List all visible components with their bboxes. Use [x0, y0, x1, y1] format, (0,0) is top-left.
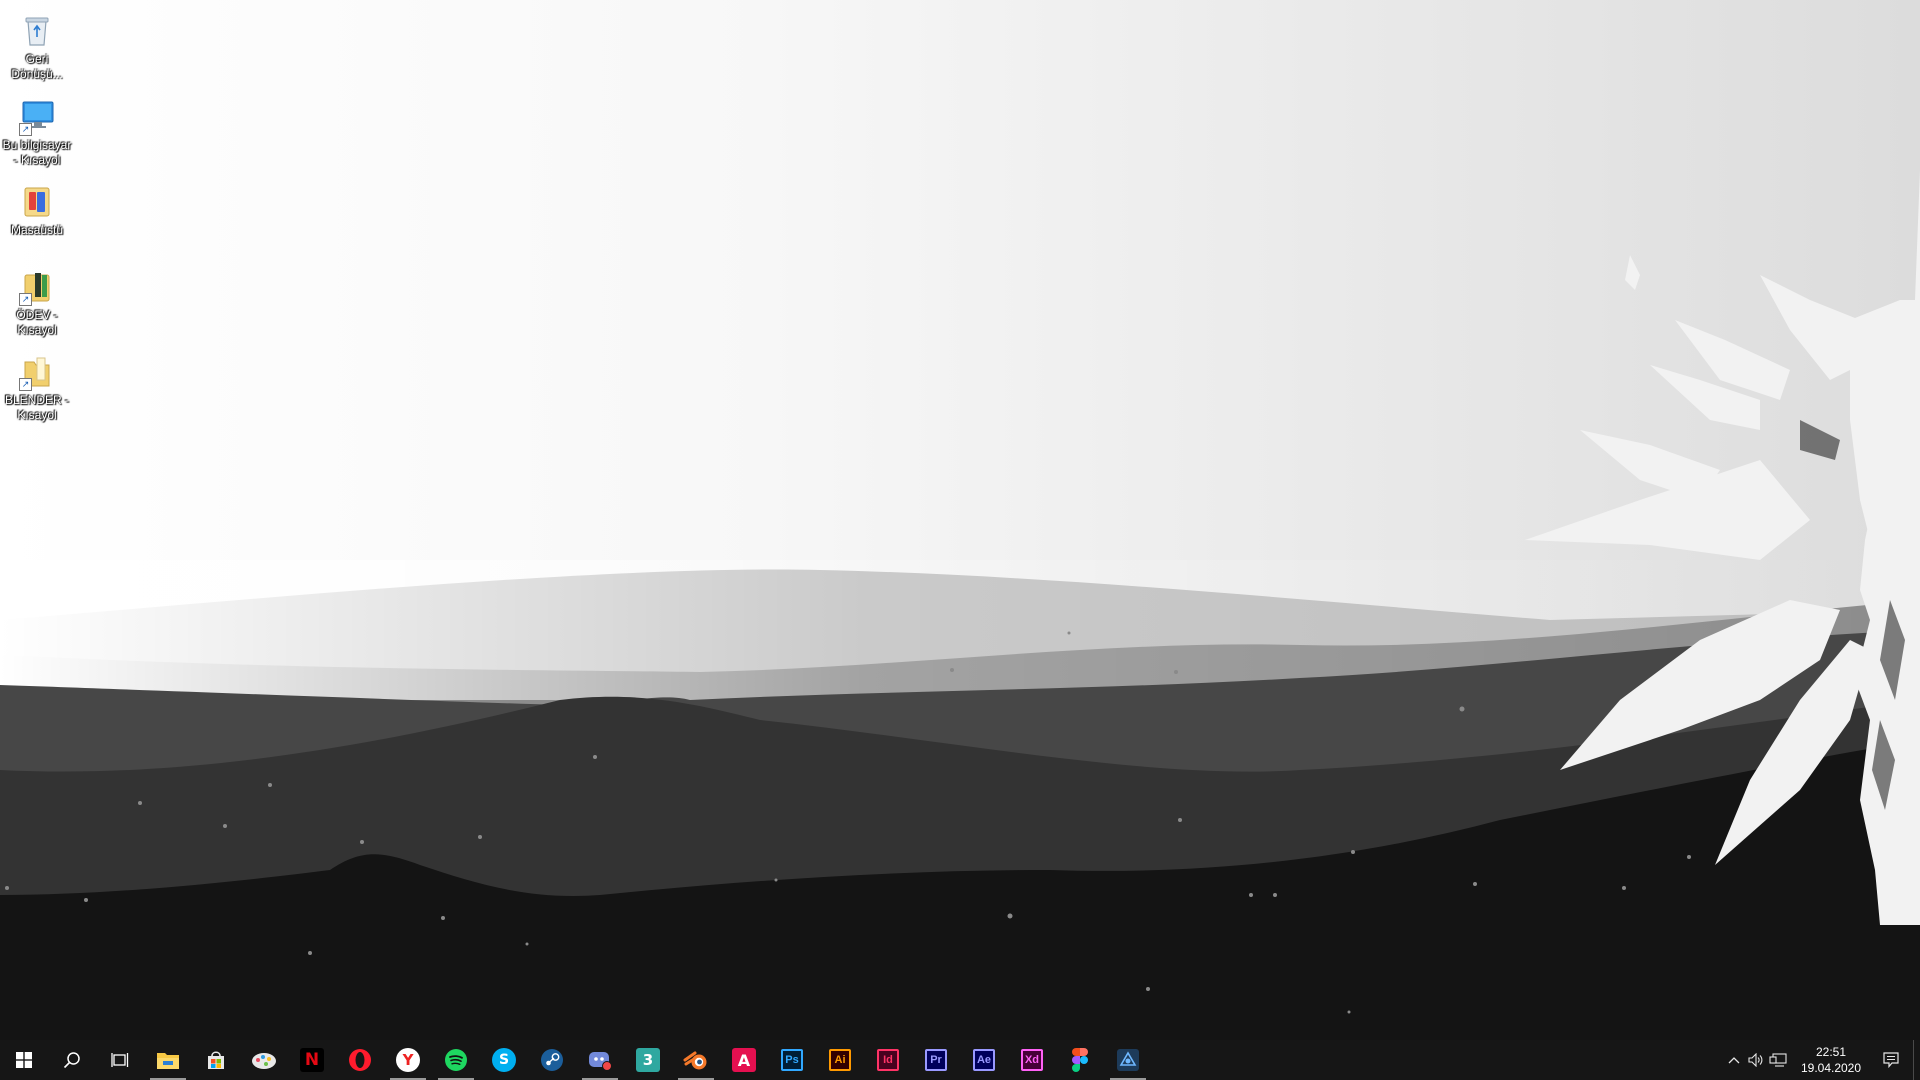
- after-effects-icon: Ae: [973, 1049, 995, 1071]
- file-explorer-icon: [157, 1053, 179, 1069]
- taskbar: N Y S 3 A Ps Ai Id Pr Ae Xd 22:51 19.04.…: [0, 1040, 1920, 1080]
- taskbar-app-premiere-pro[interactable]: Pr: [912, 1040, 960, 1080]
- task-view-icon: [111, 1053, 129, 1067]
- clock-date: 19.04.2020: [1800, 1061, 1862, 1075]
- taskbar-app-figma[interactable]: [1056, 1040, 1104, 1080]
- taskbar-app-netflix[interactable]: N: [288, 1040, 336, 1080]
- show-desktop-button[interactable]: [1913, 1040, 1920, 1080]
- steam-icon: [541, 1049, 563, 1071]
- blender-icon: [683, 1051, 707, 1070]
- desktop-icon-label: ÖDEV - Kısayol: [16, 308, 58, 337]
- taskbar-app-blender[interactable]: [672, 1040, 720, 1080]
- recycle-bin-icon: [17, 10, 57, 50]
- network-button[interactable]: [1767, 1040, 1789, 1080]
- taskbar-app-after-effects[interactable]: Ae: [960, 1040, 1008, 1080]
- taskbar-app-file-explorer[interactable]: [144, 1040, 192, 1080]
- folder-shortcut-icon: ↗: [17, 351, 57, 391]
- discord-icon: [589, 1052, 612, 1071]
- desktop-icon-label: BLENDER - Kısayol: [4, 393, 69, 422]
- search-icon: [63, 1052, 80, 1069]
- shortcut-arrow-icon: ↗: [19, 378, 32, 391]
- chevron-up-icon: [1728, 1057, 1740, 1064]
- photoshop-icon: Ps: [781, 1049, 803, 1071]
- vpn-app-icon: [1117, 1049, 1139, 1071]
- desktop-icon-recycle-bin[interactable]: Geri Dönüşü...: [0, 6, 74, 82]
- folder-shortcut-icon: ↗: [17, 266, 57, 306]
- 3d-builder-icon: 3: [636, 1048, 660, 1072]
- this-pc-icon: ↗: [17, 96, 57, 136]
- desktop-icon-blender[interactable]: ↗ BLENDER - Kısayol: [0, 347, 74, 423]
- speaker-icon: [1748, 1053, 1763, 1067]
- indesign-icon: Id: [877, 1049, 899, 1071]
- taskbar-app-paint-3d[interactable]: [240, 1040, 288, 1080]
- microsoft-store-icon: [208, 1051, 224, 1069]
- taskbar-app-vpn[interactable]: [1104, 1040, 1152, 1080]
- taskbar-app-spotify[interactable]: [432, 1040, 480, 1080]
- task-view-button[interactable]: [96, 1040, 144, 1080]
- desktop-icon-odev[interactable]: ↗ ÖDEV - Kısayol: [0, 262, 74, 338]
- clock-time: 22:51: [1815, 1045, 1847, 1059]
- taskbar-app-adobe-xd[interactable]: Xd: [1008, 1040, 1056, 1080]
- figma-icon: [1072, 1048, 1088, 1072]
- show-hidden-icons-button[interactable]: [1723, 1040, 1745, 1080]
- taskbar-app-photoshop[interactable]: Ps: [768, 1040, 816, 1080]
- taskbar-app-illustrator[interactable]: Ai: [816, 1040, 864, 1080]
- opera-icon: [349, 1049, 371, 1071]
- taskbar-app-yandex[interactable]: Y: [384, 1040, 432, 1080]
- illustrator-icon: Ai: [829, 1049, 851, 1071]
- notification-icon: [1883, 1052, 1899, 1068]
- desktop-icon-this-pc[interactable]: ↗ Bu bilgisayar - Kısayol: [0, 92, 74, 168]
- yandex-browser-icon: Y: [396, 1048, 420, 1072]
- network-icon: [1769, 1053, 1787, 1067]
- action-center-button[interactable]: [1869, 1040, 1913, 1080]
- shortcut-arrow-icon: ↗: [19, 293, 32, 306]
- taskbar-app-store[interactable]: [192, 1040, 240, 1080]
- taskbar-app-steam[interactable]: [528, 1040, 576, 1080]
- premiere-pro-icon: Pr: [925, 1049, 947, 1071]
- desktop-icon-label: Geri Dönüşü...: [11, 52, 63, 81]
- volume-button[interactable]: [1745, 1040, 1767, 1080]
- taskbar-app-indesign[interactable]: Id: [864, 1040, 912, 1080]
- desktop-folder-icon: [17, 181, 57, 221]
- autocad-icon: A: [732, 1048, 756, 1072]
- shortcut-arrow-icon: ↗: [19, 123, 32, 136]
- wallpaper: [0, 0, 1920, 1040]
- taskbar-app-autocad[interactable]: A: [720, 1040, 768, 1080]
- taskbar-app-3d-builder[interactable]: 3: [624, 1040, 672, 1080]
- desktop-icon-label: Bu bilgisayar - Kısayol: [2, 138, 72, 167]
- desktop-icon-label: Masaüstü: [10, 223, 64, 237]
- desktop-icon-masaustu[interactable]: Masaüstü: [0, 177, 74, 238]
- taskbar-app-opera[interactable]: [336, 1040, 384, 1080]
- adobe-xd-icon: Xd: [1021, 1049, 1043, 1071]
- windows-start-icon: [16, 1052, 32, 1068]
- netflix-icon: N: [300, 1048, 324, 1072]
- desktop[interactable]: Geri Dönüşü... ↗ Bu bilgisayar - Kısayol…: [0, 0, 1920, 1040]
- clock[interactable]: 22:51 19.04.2020: [1793, 1044, 1869, 1076]
- spotify-icon: [445, 1049, 467, 1071]
- paint-3d-icon: [252, 1053, 276, 1069]
- taskbar-app-skype[interactable]: S: [480, 1040, 528, 1080]
- system-tray: 22:51 19.04.2020: [1723, 1040, 1920, 1080]
- search-button[interactable]: [48, 1040, 96, 1080]
- start-button[interactable]: [0, 1040, 48, 1080]
- skype-icon: S: [492, 1048, 516, 1072]
- taskbar-app-discord[interactable]: [576, 1040, 624, 1080]
